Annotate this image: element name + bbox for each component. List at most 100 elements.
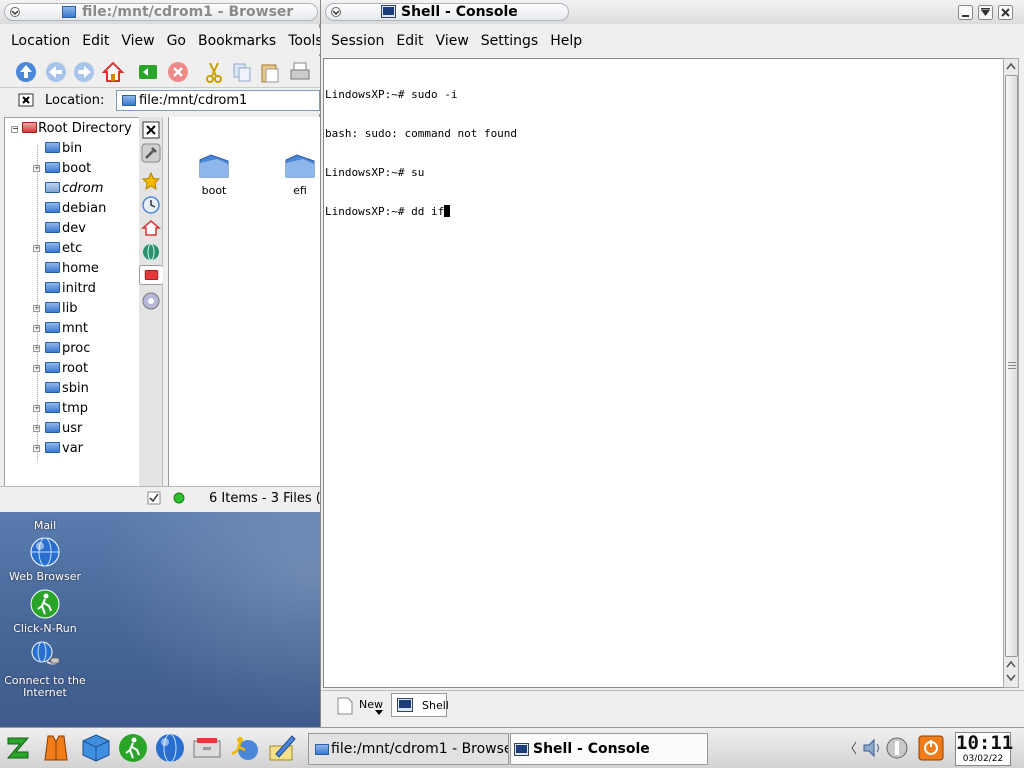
runner-globe-icon[interactable] xyxy=(228,732,260,764)
filing-cabinet-icon[interactable] xyxy=(191,732,223,764)
location-input[interactable]: file:/mnt/cdrom1 xyxy=(116,90,320,111)
globe-icon[interactable] xyxy=(154,732,186,764)
tree-item[interactable]: + boot xyxy=(5,159,139,179)
tree-item[interactable]: + root xyxy=(5,359,139,379)
tree-item-root[interactable]: − Root Directory xyxy=(11,119,132,139)
text-cursor xyxy=(444,205,451,217)
console-window: Shell - Console Session Edit View Settin… xyxy=(320,0,1024,727)
start-menu-icon[interactable] xyxy=(2,732,34,764)
scroll-up-icon[interactable] xyxy=(1006,660,1016,668)
checkbox-icon[interactable] xyxy=(147,491,161,505)
menu-view[interactable]: View xyxy=(434,33,471,49)
configure-icon[interactable] xyxy=(141,143,161,163)
menu-bookmarks[interactable]: Bookmarks xyxy=(196,33,278,49)
menu-edit[interactable]: Edit xyxy=(394,33,425,49)
desktop-icon-web-browser[interactable]: Web Browser xyxy=(0,536,90,583)
network-status-icon[interactable] xyxy=(885,736,909,760)
history-clock-icon[interactable] xyxy=(141,195,161,215)
scroll-up-icon[interactable] xyxy=(1006,62,1016,70)
stop-icon[interactable] xyxy=(166,60,190,84)
tree-item[interactable]: home xyxy=(45,259,99,279)
up-arrow-icon[interactable] xyxy=(14,60,38,84)
clock[interactable]: 10:11 03/02/22 xyxy=(955,732,1013,766)
terminal-scrollbar[interactable] xyxy=(1003,58,1019,688)
maximize-icon[interactable] xyxy=(978,5,993,20)
browser-titlebar[interactable]: file:/mnt/cdrom1 - Browser xyxy=(0,0,320,24)
scroll-thumb[interactable] xyxy=(1005,75,1018,657)
clear-location-icon[interactable] xyxy=(18,93,34,107)
task-console[interactable]: Shell - Console xyxy=(510,733,708,765)
close-icon[interactable] xyxy=(998,5,1013,20)
network-globe-icon[interactable] xyxy=(141,242,161,262)
expand-icon[interactable]: + xyxy=(33,345,40,352)
tree-item[interactable]: dev xyxy=(45,219,86,239)
copy-icon[interactable] xyxy=(230,60,254,84)
expand-icon[interactable]: + xyxy=(33,405,40,412)
expand-icon[interactable]: + xyxy=(33,165,40,172)
tree-item[interactable]: + proc xyxy=(5,339,139,359)
back-arrow-icon[interactable] xyxy=(44,60,68,84)
root-folder-tab-icon[interactable] xyxy=(139,265,163,285)
menu-help[interactable]: Help xyxy=(548,33,584,49)
desktop-icon-mail[interactable]: Mail xyxy=(0,520,90,532)
expand-icon[interactable]: + xyxy=(33,365,40,372)
paste-icon[interactable] xyxy=(258,60,282,84)
file-item-boot[interactable]: boot xyxy=(184,151,244,197)
tree-item[interactable]: + var xyxy=(5,439,139,459)
new-session-button[interactable]: New xyxy=(337,693,383,717)
expand-icon[interactable]: + xyxy=(33,425,40,432)
minimize-icon[interactable] xyxy=(958,5,973,20)
folder-icon xyxy=(45,202,60,213)
cube-icon[interactable] xyxy=(80,732,112,764)
expand-icon[interactable]: + xyxy=(33,305,40,312)
menu-session[interactable]: Session xyxy=(329,33,386,49)
menu-go[interactable]: Go xyxy=(165,33,188,49)
menu-edit[interactable]: Edit xyxy=(80,33,111,49)
dropdown-arrow-icon[interactable] xyxy=(375,710,383,716)
expand-icon[interactable]: + xyxy=(33,245,40,252)
tree-item[interactable]: + usr xyxy=(5,419,139,439)
expand-icon[interactable]: + xyxy=(33,445,40,452)
task-browser[interactable]: file:/mnt/cdrom1 - Browser xyxy=(308,733,509,765)
expand-icon[interactable]: + xyxy=(33,325,40,332)
click-n-run-icon[interactable] xyxy=(117,732,149,764)
bookmarks-star-icon[interactable] xyxy=(141,171,161,191)
console-titlebar[interactable]: Shell - Console xyxy=(321,0,1024,24)
menu-tools[interactable]: Tools xyxy=(286,33,325,49)
window-menu-icon[interactable] xyxy=(330,7,342,17)
window-menu-icon[interactable] xyxy=(9,7,21,17)
file-item-efi[interactable]: efi xyxy=(270,151,320,197)
desktop-icon-connect-internet[interactable]: Connect to the Internet xyxy=(0,640,90,699)
tree-item[interactable]: sbin xyxy=(45,379,89,399)
tree-item[interactable]: + mnt xyxy=(5,319,139,339)
life-vest-icon[interactable] xyxy=(40,732,72,764)
collapse-icon[interactable]: − xyxy=(11,125,19,133)
cut-icon[interactable] xyxy=(202,60,226,84)
close-sidebar-icon[interactable] xyxy=(141,120,161,140)
terminal-area[interactable]: LindowsXP:~# sudo -i bash: sudo: command… xyxy=(323,58,1005,688)
menu-location[interactable]: Location xyxy=(9,33,72,49)
scroll-down-icon[interactable] xyxy=(1006,674,1016,682)
tab-shell[interactable]: Shell xyxy=(391,693,449,717)
tree-root-label: Root Directory xyxy=(38,121,132,136)
power-icon[interactable] xyxy=(918,735,944,761)
desktop-icon-click-n-run[interactable]: Click-N-Run xyxy=(0,588,90,635)
menu-view[interactable]: View xyxy=(119,33,156,49)
home-icon[interactable] xyxy=(141,218,161,238)
tree-item[interactable]: + lib xyxy=(5,299,139,319)
speaker-icon[interactable] xyxy=(861,737,883,759)
tree-item[interactable]: cdrom xyxy=(45,179,103,199)
tree-item[interactable]: debian xyxy=(45,199,106,219)
forward-arrow-icon[interactable] xyxy=(72,60,96,84)
reload-icon[interactable] xyxy=(136,60,160,84)
tree-item[interactable]: + tmp xyxy=(5,399,139,419)
tray-arrow-icon[interactable] xyxy=(851,741,857,755)
tree-item[interactable]: bin xyxy=(45,139,82,159)
services-icon[interactable] xyxy=(141,291,161,311)
print-icon[interactable] xyxy=(288,60,312,84)
tree-item[interactable]: initrd xyxy=(45,279,96,299)
writer-pencil-icon[interactable] xyxy=(266,732,298,764)
menu-settings[interactable]: Settings xyxy=(479,33,540,49)
home-icon[interactable] xyxy=(101,60,125,84)
tree-item[interactable]: + etc xyxy=(5,239,139,259)
